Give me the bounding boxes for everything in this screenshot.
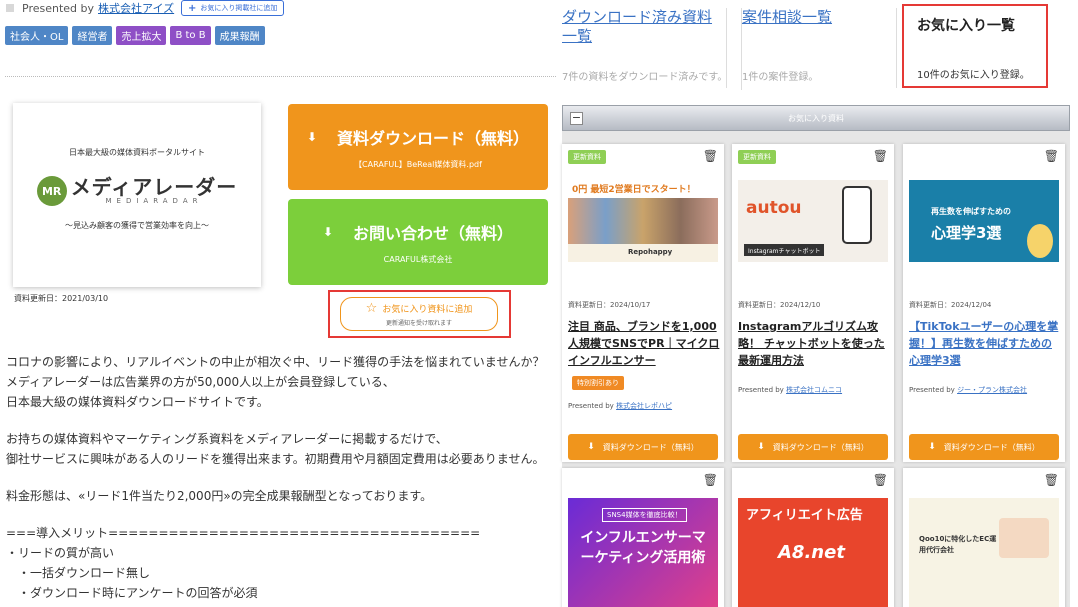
- presented-by: Presented by 株式会社アイズ: [6, 0, 174, 16]
- description-line: メディアレーダーは広告業界の方が50,000人以上が会員登録している、: [6, 375, 395, 389]
- description-line: ・リードの質が高い: [6, 546, 115, 560]
- trash-icon[interactable]: 🗑: [873, 149, 888, 163]
- trash-icon[interactable]: 🗑: [1044, 473, 1059, 487]
- tab-downloaded[interactable]: ダウンロード済み資料一覧 7件の資料をダウンロード済みです。: [562, 8, 727, 90]
- favorite-card: 🗑 SNS4媒体を徹底比較！ インフルエンサーマーケティング活用術: [562, 468, 724, 607]
- description-line: 料金形態は、«リード1件当たり2,000円»の完全成果報酬型となっております。: [6, 489, 433, 503]
- favorite-card: 🗑 アフィリエイト広告 A8.net: [732, 468, 894, 607]
- tag[interactable]: 社会人・OL: [5, 26, 69, 45]
- favorite-card: 更新資料 🗑 autou Instagramチャットボット 資料更新日：2024…: [732, 144, 894, 462]
- download-icon: ⬇: [757, 442, 765, 452]
- company-link[interactable]: 株式会社アイズ: [98, 0, 174, 16]
- favorite-note: 更新通知を受け取れます: [385, 320, 452, 327]
- favorite-card: 🗑 再生数を伸ばすための 心理学3選 資料更新日：2024/12/04 【Tik…: [903, 144, 1065, 462]
- favorite-card: 🗑 Qoo10に特化したEC運用代行会社: [903, 468, 1065, 607]
- card-thumbnail[interactable]: Qoo10に特化したEC運用代行会社: [909, 498, 1059, 607]
- card-presenter: Presented by 株式会社コムニコ: [738, 386, 843, 394]
- description-line: お持ちの媒体資料やマーケティング系資料をメディアレーダーに掲載するだけで、: [6, 432, 448, 446]
- card-date: 資料更新日：2024/12/04: [909, 301, 992, 309]
- presented-label: Presented by: [22, 1, 95, 15]
- card-presenter: Presented by 株式会社レポハピ: [568, 402, 673, 410]
- download-icon: ⬇: [306, 129, 318, 144]
- mypage-panel: ダウンロード済み資料一覧 7件の資料をダウンロード済みです。 案件相談一覧 1件…: [556, 0, 1078, 607]
- divider: [5, 76, 556, 77]
- tab-divider: [726, 8, 727, 88]
- trash-icon[interactable]: 🗑: [873, 473, 888, 487]
- card-title[interactable]: 【TikTokユーザーの心理を掌握！】再生数を伸ばすための心理学3選: [909, 318, 1061, 369]
- contact-button[interactable]: ⬇ お問い合わせ（無料） CARAFUL株式会社: [288, 199, 548, 285]
- card-title[interactable]: 注目 商品、ブランドを1,000人規模でSNSでPR｜マイクロインフルエンサー: [568, 318, 720, 369]
- card-thumbnail[interactable]: autou Instagramチャットボット: [738, 180, 888, 262]
- favorites-grid: 更新資料 🗑 0円 最短2営業日でスタート！ Repohappy 資料更新日：2…: [562, 131, 1070, 607]
- add-to-favorites-button[interactable]: ☆ お気に入り資料に追加 更新通知を受け取れます: [340, 297, 498, 331]
- download-filename: 【CARAFUL】BeReal媒体資料.pdf: [354, 159, 482, 169]
- document-thumbnail: 日本最大級の媒体資料ポータルサイト MR メディアレーダー MEDIARADAR…: [13, 103, 261, 287]
- description-line: ・ダウンロード時にアンケートの回答が必須: [6, 586, 258, 600]
- card-thumbnail[interactable]: 0円 最短2営業日でスタート！ Repohappy: [568, 180, 718, 262]
- card-company-link[interactable]: 株式会社コムニコ: [786, 386, 842, 394]
- download-icon: ⬇: [587, 442, 595, 452]
- tag[interactable]: 経営者: [72, 26, 113, 45]
- description-line: ===導入メリット===============================…: [6, 526, 481, 540]
- updated-date: 資料更新日：2021/03/10: [14, 294, 109, 303]
- square-icon: [6, 4, 14, 12]
- card-download-button[interactable]: ⬇ 資料ダウンロード（無料）: [568, 434, 718, 460]
- tag-list: 社会人・OL 経営者 売上拡大 B to B 成果報酬: [5, 26, 265, 45]
- card-thumbnail[interactable]: SNS4媒体を徹底比較！ インフルエンサーマーケティング活用術: [568, 498, 718, 607]
- discount-badge: 特別割引あり: [572, 376, 624, 390]
- add-favorite-company-button[interactable]: + お気に入り掲載社に追加: [181, 0, 285, 16]
- card-company-link[interactable]: 株式会社レポハピ: [616, 402, 672, 410]
- description-line: ・一括ダウンロード無し: [6, 566, 151, 580]
- card-date: 資料更新日：2024/10/17: [568, 301, 651, 309]
- description-line: 御社サービスに興味がある人のリードを獲得出来ます。初期費用や月額固定費用は必要あ…: [6, 452, 545, 466]
- collapse-icon[interactable]: −: [570, 112, 583, 125]
- trash-icon[interactable]: 🗑: [703, 473, 718, 487]
- tag[interactable]: 売上拡大: [116, 26, 167, 45]
- card-company-link[interactable]: ジー・プラン株式会社: [957, 386, 1027, 394]
- description-line: コロナの影響により、リアルイベントの中止が相次ぐ中、リード獲得の手法を悩まれてい…: [6, 355, 545, 369]
- card-date: 資料更新日：2024/12/10: [738, 301, 821, 309]
- contact-company: CARAFUL株式会社: [383, 254, 453, 264]
- star-icon: ☆: [365, 301, 378, 316]
- card-presenter: Presented by ジー・プラン株式会社: [909, 386, 1028, 394]
- tab-consultations[interactable]: 案件相談一覧 1件の案件登録。: [741, 8, 901, 90]
- updated-badge: 更新資料: [568, 150, 606, 164]
- doc-heading: 日本最大級の媒体資料ポータルサイト: [69, 148, 205, 157]
- description-line: 日本最大級の媒体資料ダウンロードサイトです。: [6, 395, 269, 409]
- favorites-header-bar: − お気に入り資料: [562, 105, 1070, 131]
- plus-icon: +: [188, 2, 197, 14]
- download-button[interactable]: ⬇ 資料ダウンロード（無料） 【CARAFUL】BeReal媒体資料.pdf: [288, 104, 548, 190]
- person-icon: ⬇: [322, 224, 334, 239]
- card-download-button[interactable]: ⬇ 資料ダウンロード（無料）: [909, 434, 1059, 460]
- doc-tagline: 〜見込み顧客の獲得で営業効率を向上〜: [65, 221, 209, 230]
- trash-icon[interactable]: 🗑: [703, 149, 718, 163]
- card-title[interactable]: Instagramアルゴリズム攻略！ チャットボットを使った最新運用方法: [738, 318, 890, 369]
- tab-favorites[interactable]: お気に入り一覧 10件のお気に入り登録。: [902, 4, 1048, 88]
- logo-mark-icon: MR: [36, 176, 67, 206]
- tab-divider: [896, 8, 897, 88]
- logo-text: メディアレーダー: [70, 175, 238, 199]
- favorite-card: 更新資料 🗑 0円 最短2営業日でスタート！ Repohappy 資料更新日：2…: [562, 144, 724, 462]
- mediaradar-logo: MR メディアレーダー MEDIARADAR: [36, 175, 238, 206]
- card-download-button[interactable]: ⬇ 資料ダウンロード（無料）: [738, 434, 888, 460]
- tag[interactable]: B to B: [170, 26, 211, 45]
- resource-detail-panel: Presented by 株式会社アイズ + お気に入り掲載社に追加 社会人・O…: [0, 0, 556, 607]
- updated-badge: 更新資料: [738, 150, 776, 164]
- trash-icon[interactable]: 🗑: [1044, 149, 1059, 163]
- description: コロナの影響により、リアルイベントの中止が相次ぐ中、リード獲得の手法を悩まれてい…: [6, 352, 556, 603]
- favorite-highlight: ☆ お気に入り資料に追加 更新通知を受け取れます: [328, 290, 511, 338]
- download-icon: ⬇: [928, 442, 936, 452]
- card-thumbnail[interactable]: 再生数を伸ばすための 心理学3選: [909, 180, 1059, 262]
- tag[interactable]: 成果報酬: [214, 26, 265, 45]
- card-thumbnail[interactable]: アフィリエイト広告 A8.net: [738, 498, 888, 607]
- favorites-bar-label: お気に入り資料: [788, 113, 844, 123]
- logo-subtext: MEDIARADAR: [105, 197, 203, 205]
